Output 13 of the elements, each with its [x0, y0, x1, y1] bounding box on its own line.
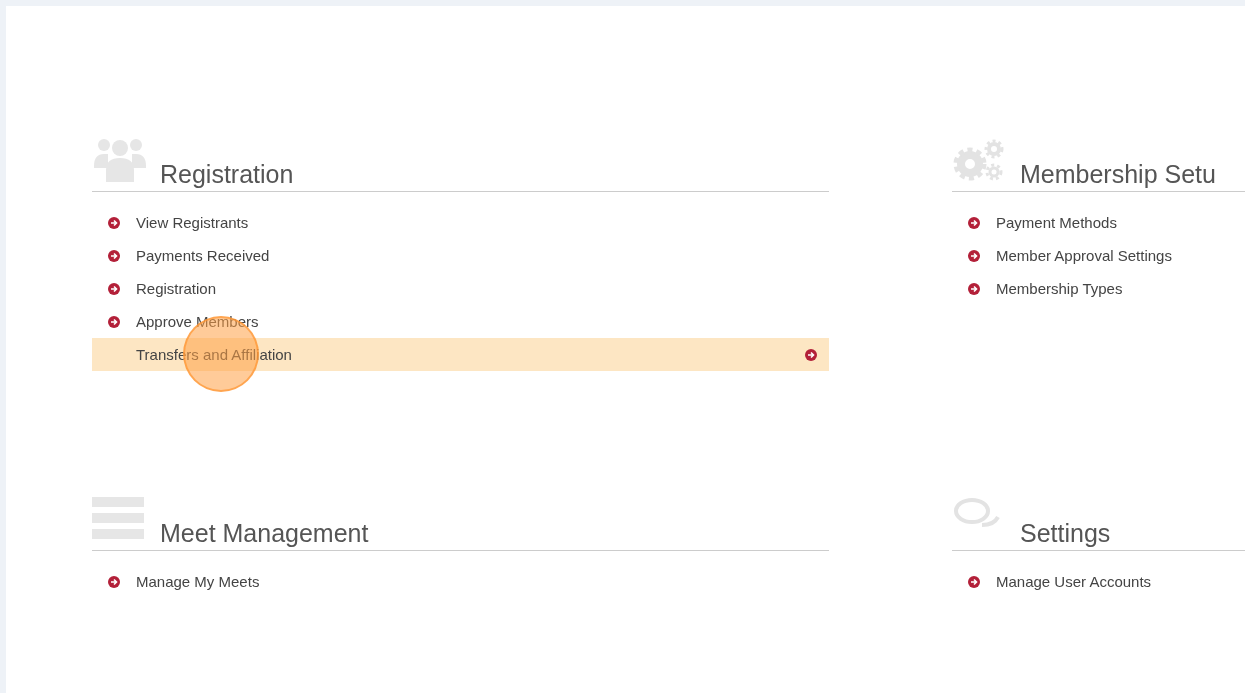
- menu-link[interactable]: Registration: [92, 272, 829, 305]
- menu-link[interactable]: Membership Types: [952, 272, 1245, 305]
- section-title: Membership Setu: [1020, 160, 1216, 190]
- section-title: Settings: [1020, 519, 1111, 549]
- menu-link[interactable]: View Registrants: [92, 206, 829, 239]
- menu-link[interactable]: Manage My Meets: [92, 565, 829, 598]
- section-title: Meet Management: [160, 519, 369, 549]
- menu-link[interactable]: Member Approval Settings: [952, 239, 1245, 272]
- menu-link[interactable]: Payments Received: [92, 239, 829, 272]
- menu-link[interactable]: Manage User Accounts: [952, 565, 1245, 598]
- menu-link[interactable]: Payment Methods: [952, 206, 1245, 239]
- section-title: Registration: [160, 160, 294, 190]
- menu-link[interactable]: Approve Members: [92, 305, 829, 338]
